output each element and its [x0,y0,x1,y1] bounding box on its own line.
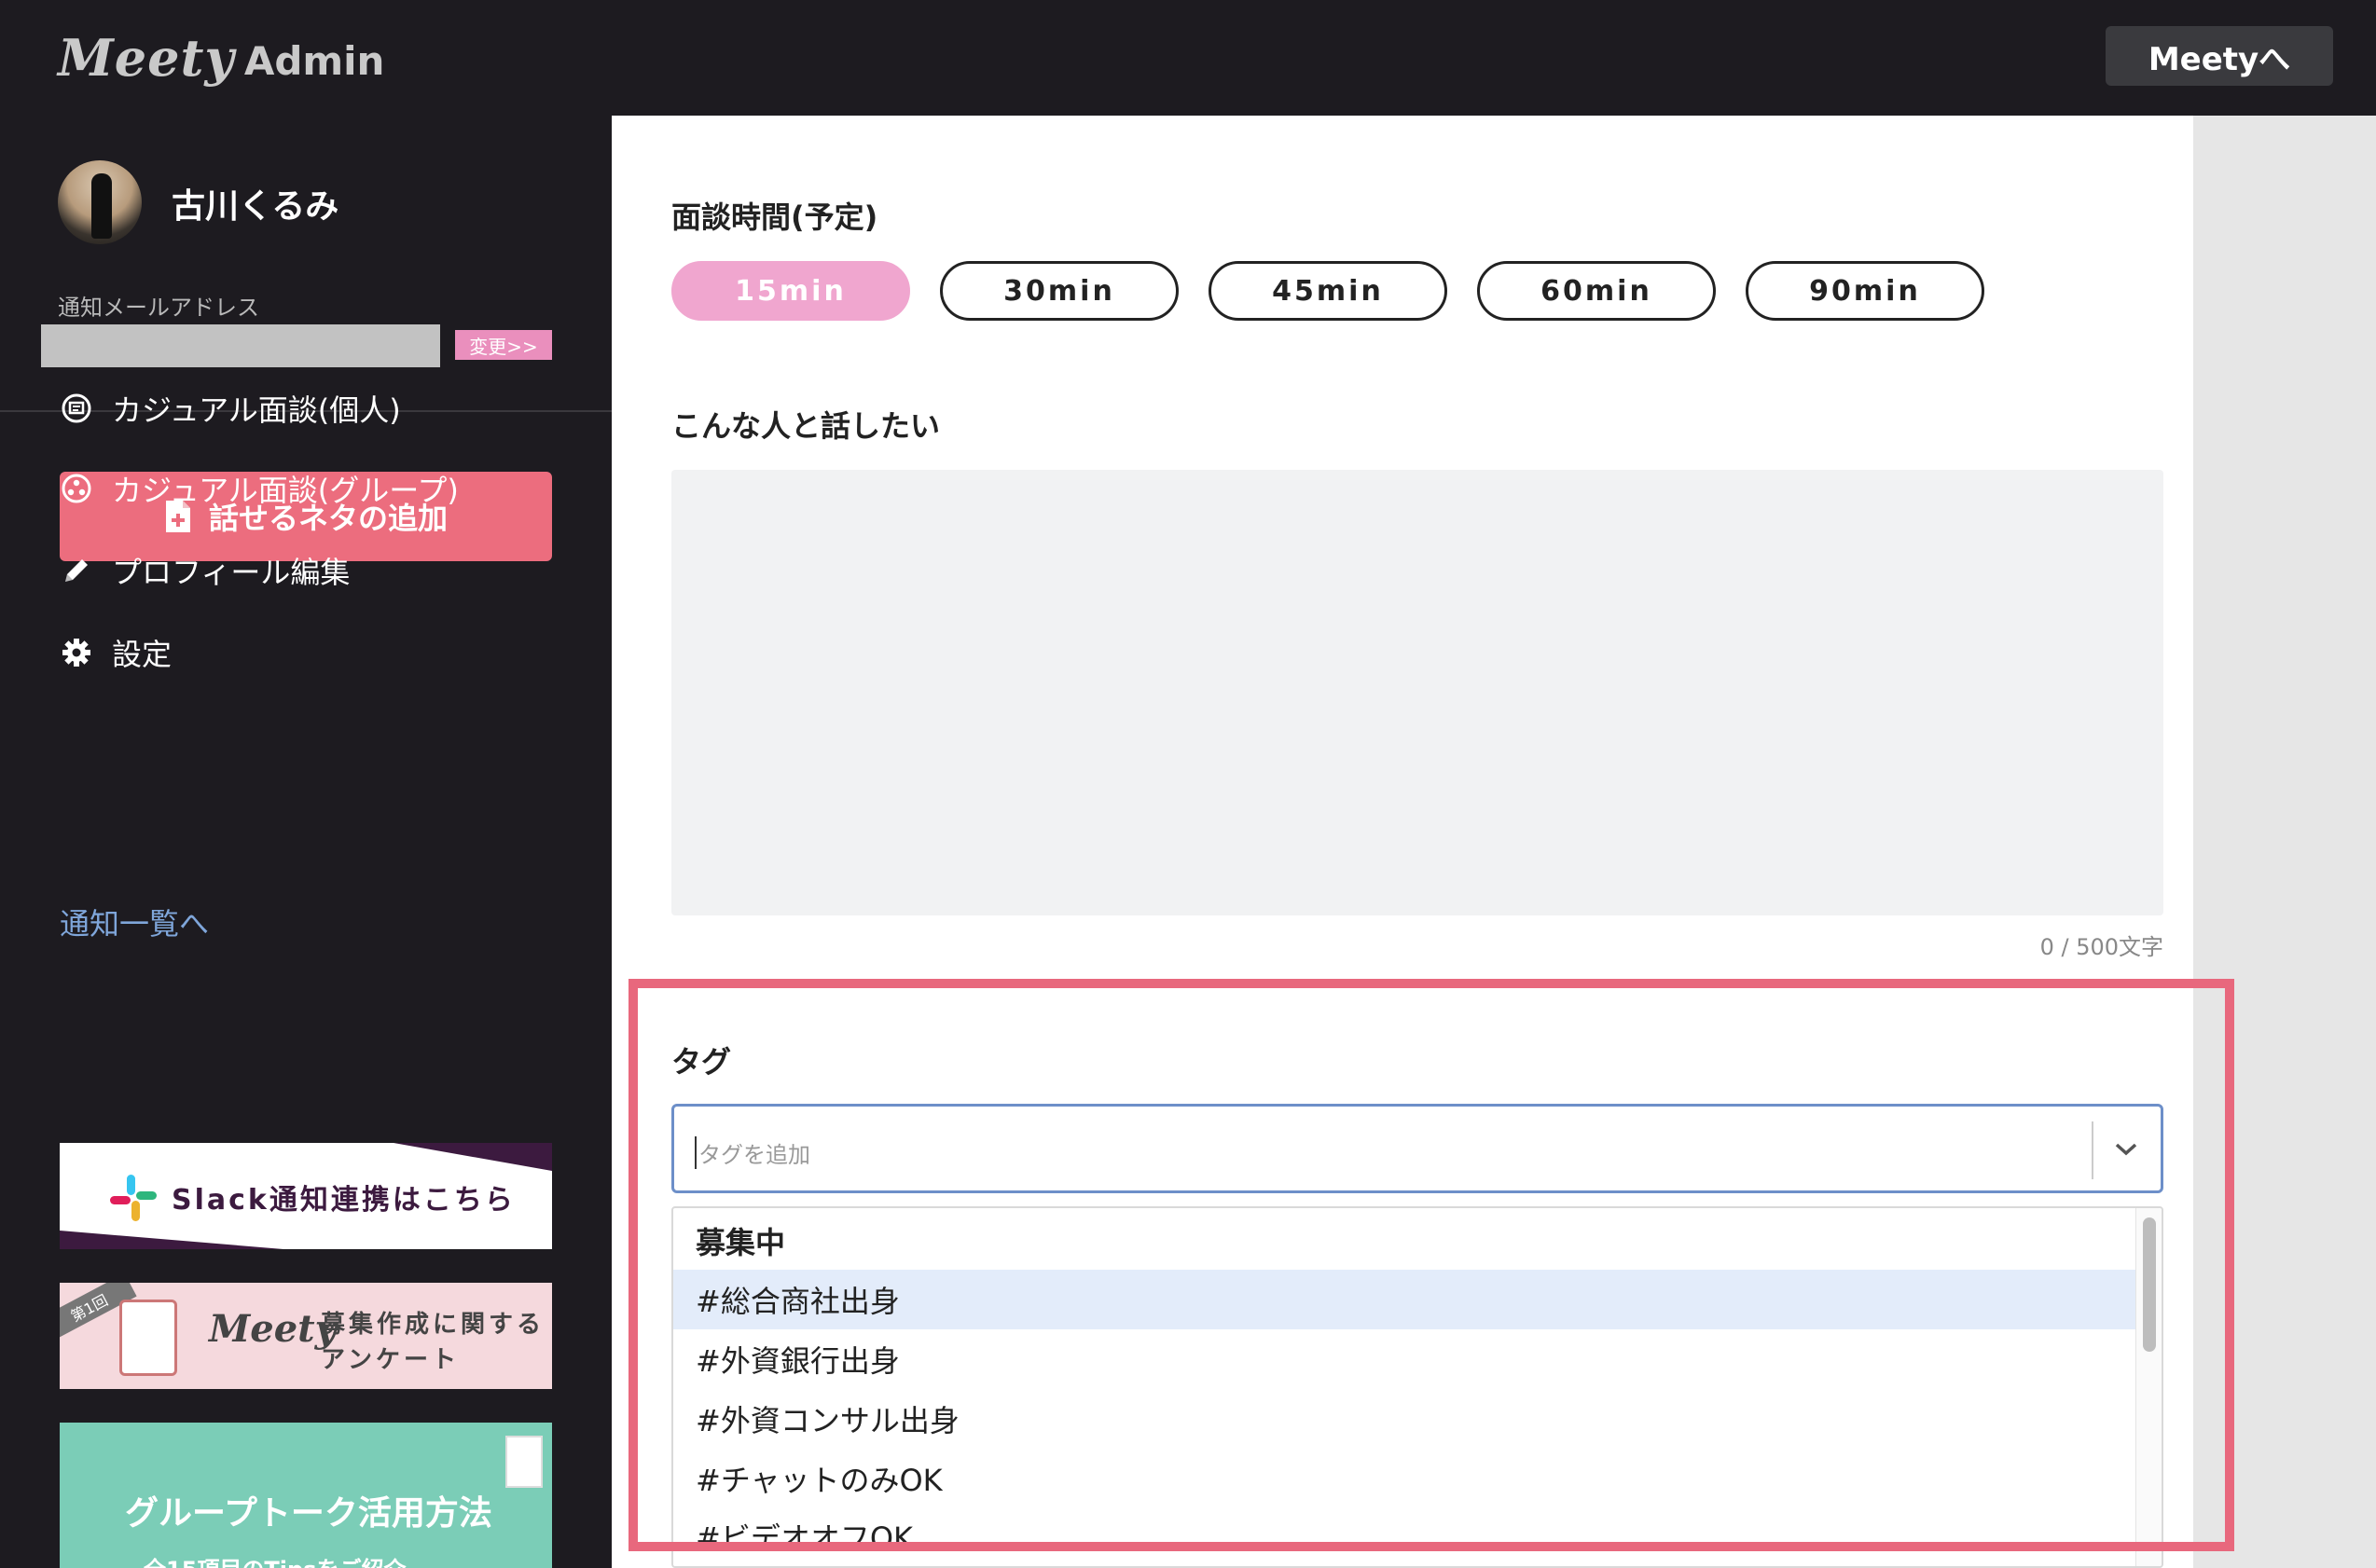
survey-line1: 募集作成に関する [321,1311,546,1339]
group-talk-title: グループトーク活用方法 [125,1494,492,1533]
sidebar-item-label: プロフィール編集 [112,555,351,590]
survey-illustration [119,1300,177,1376]
logo-script: Meety [58,28,235,88]
banner-card-illustration [505,1436,543,1488]
email-label: 通知メールアドレス [58,295,259,321]
group-talk-subtitle: 全15項目のTipsをご紹介 [144,1551,406,1568]
notifications-link[interactable]: 通知一覧へ [60,901,209,943]
time-option-90[interactable]: 90min [1746,261,1984,321]
interview-time-label: 面談時間(予定) [671,199,878,235]
email-field [41,324,440,367]
change-email-button[interactable]: 変更>> [455,330,552,360]
survey-banner[interactable]: 第1回 Meety 募集作成に関する アンケート [60,1283,552,1389]
time-option-30[interactable]: 30min [940,261,1179,321]
slack-logo-icon [110,1175,157,1221]
group-talk-banner[interactable]: グループトーク活用方法 全15項目のTipsをご紹介 [60,1423,552,1568]
annotation-highlight-box [629,979,2234,1551]
sidebar-item-casual-individual[interactable]: カジュアル面談(個人) [60,386,401,431]
gear-icon [60,636,93,669]
slack-banner-text: Slack通知連携はこちら [172,1184,516,1217]
group-icon [60,472,93,505]
go-to-meety-button[interactable]: Meetyへ [2106,26,2333,86]
sidebar-item-label: 設定 [112,637,173,672]
time-option-60[interactable]: 60min [1477,261,1716,321]
sidebar-item-profile-edit[interactable]: プロフィール編集 [60,548,350,593]
sidebar: 古川くるみ 通知メールアドレス 変更>> 話せるネタの追加 カジュアル面談(個人… [0,116,612,1568]
chat-bubble-icon [60,392,93,425]
avatar [58,160,142,244]
want-to-talk-textarea[interactable] [671,470,2163,915]
survey-brand: Meety [209,1307,337,1351]
banner-stripe [394,1143,552,1171]
banner-stripe [60,1231,283,1249]
user-name: 古川くるみ [172,187,339,226]
slack-banner[interactable]: Slack通知連携はこちら [60,1143,552,1249]
sidebar-item-label: カジュアル面談(グループ) [112,473,459,508]
sidebar-item-settings[interactable]: 設定 [60,630,172,675]
logo-admin: Admin [243,37,385,84]
sidebar-item-casual-group[interactable]: カジュアル面談(グループ) [60,466,459,511]
time-option-15[interactable]: 15min [671,261,910,321]
want-to-talk-label: こんな人と話したい [671,408,941,444]
sidebar-item-label: カジュアル面談(個人) [112,392,401,428]
pencil-icon [60,554,93,587]
top-header: Meety Admin Meetyへ [0,0,2376,116]
char-counter: 0 / 500文字 [2039,934,2163,960]
meety-admin-logo[interactable]: Meety Admin [58,21,384,95]
time-option-45[interactable]: 45min [1209,261,1447,321]
survey-line2: アンケート [321,1346,460,1374]
